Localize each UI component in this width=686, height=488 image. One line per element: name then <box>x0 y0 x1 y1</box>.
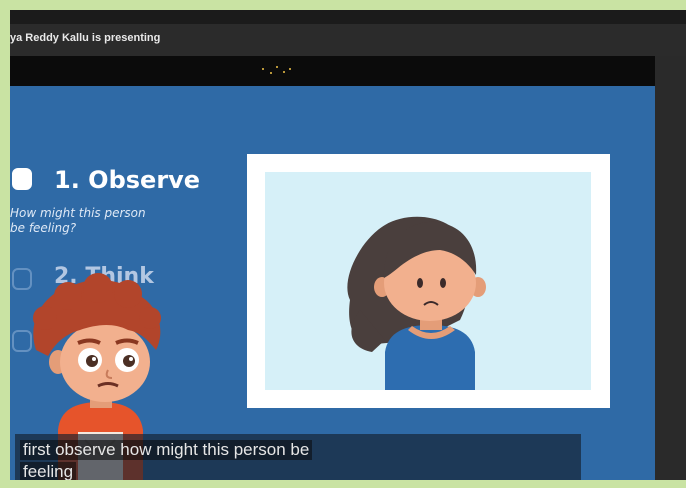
outer-frame-bottom <box>0 480 686 488</box>
boy-character-illustration <box>33 273 161 480</box>
caption-line-2: feeling <box>20 462 77 482</box>
caption-line-1: first observe how might this person be <box>20 440 313 460</box>
